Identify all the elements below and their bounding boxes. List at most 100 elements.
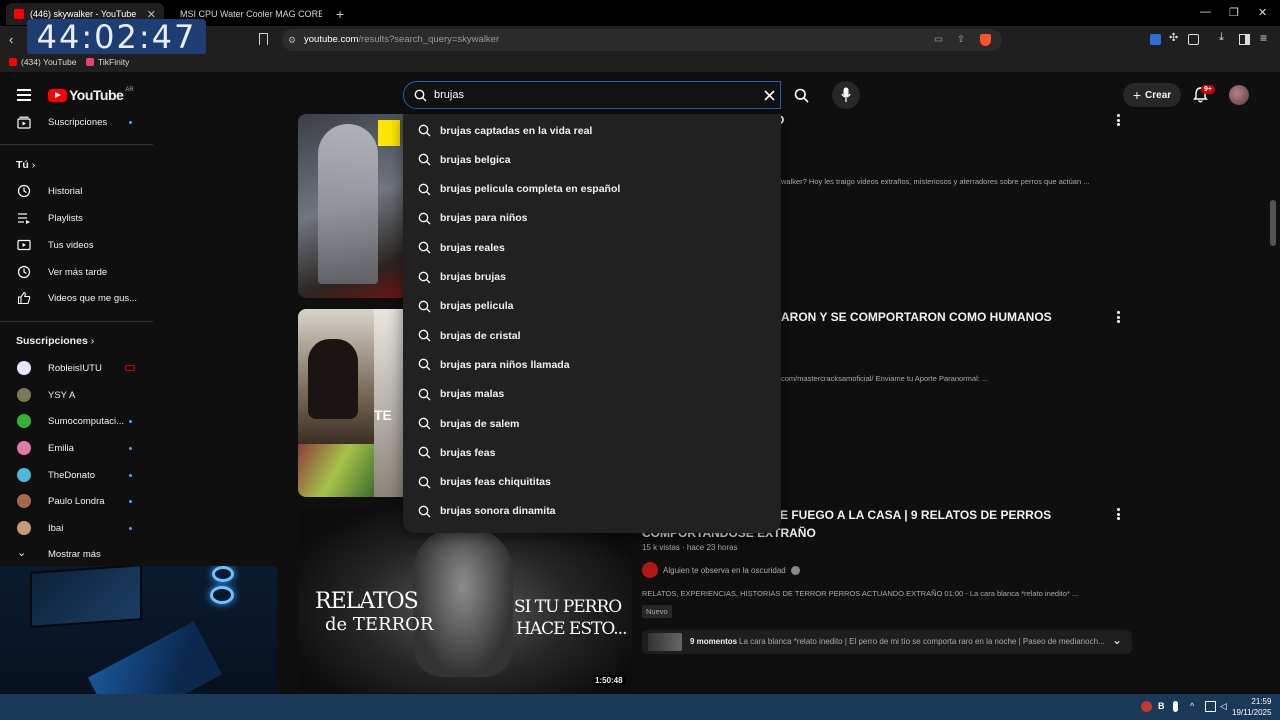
channel-name: Alguien te observa en la oscuridad (663, 565, 786, 575)
video-description: com/mastercracksamoficial/ Enviame tu Ap… (781, 374, 989, 383)
search-icon (418, 124, 431, 137)
video-title[interactable]: ARON Y SE COMPORTARON COMO HUMANOS (781, 308, 1052, 326)
search-suggestion-item[interactable]: brujas malas (403, 380, 781, 409)
subscriptions-section-heading[interactable]: Suscripciones › (16, 335, 94, 347)
video-thumbnail-3[interactable]: RELATOS de TERROR SI TU PERRO HACE ESTO.… (298, 507, 632, 693)
search-suggestion-item[interactable]: brujas pelicula completa en español (403, 175, 781, 204)
new-content-dot (129, 473, 132, 477)
bookmark-icon[interactable] (259, 33, 268, 45)
search-icon (418, 271, 431, 283)
country-code: AR (125, 87, 134, 93)
site-settings-icon[interactable]: ⚙ (288, 29, 296, 51)
sidebar-item-your-videos[interactable]: Tus videos (0, 234, 153, 256)
guide-menu-icon[interactable] (17, 89, 31, 101)
minimize-icon[interactable]: — (1200, 6, 1211, 18)
brave-shield-icon[interactable] (980, 34, 991, 46)
channel-row[interactable]: Alguien te observa en la oscuridad (642, 562, 800, 578)
search-suggestion-item[interactable]: brujas para niños llamada (403, 350, 781, 379)
share-icon[interactable]: ⇧ (957, 29, 965, 51)
download-icon[interactable]: ⤓ (1219, 31, 1224, 44)
puzzle-icon[interactable]: ✣ (1169, 31, 1178, 44)
thumbnail-text: SI TU PERRO (514, 597, 622, 617)
create-button[interactable]: + Crear (1123, 83, 1181, 107)
search-suggestion-item[interactable]: brujas captadas en la vida real (403, 116, 781, 145)
search-button[interactable] (785, 83, 819, 107)
search-box[interactable] (403, 81, 781, 109)
sidebar-channel[interactable]: Ibai (0, 517, 153, 539)
sidebar-item-watch-later[interactable]: Ver más tarde (0, 261, 153, 283)
search-suggestion-item[interactable]: brujas de salem (403, 409, 781, 438)
show-more-button[interactable]: ⌄ Mostrar más (0, 543, 153, 565)
cast-icon[interactable]: ▭ (934, 29, 943, 51)
sidebar-item-playlists[interactable]: Playlists (0, 207, 153, 229)
sidebar-channel[interactable]: TheDonato (0, 464, 153, 486)
playlists-icon (18, 213, 30, 224)
thumbnail-text: RELATOS (315, 589, 419, 614)
bookmark-youtube[interactable]: (434) YouTube (9, 57, 76, 67)
search-input[interactable] (434, 87, 754, 103)
search-suggestion-item[interactable]: brujas feas chiquititas (403, 468, 781, 497)
account-avatar[interactable] (1229, 85, 1249, 105)
notification-count-badge: 9+ (1201, 85, 1215, 94)
youtube-favicon-icon (14, 9, 24, 19)
video-menu-icon[interactable] (1117, 114, 1121, 126)
suggestion-text: brujas pelicula completa en español (440, 183, 621, 196)
search-icon (418, 417, 431, 430)
voice-search-button[interactable] (832, 81, 860, 109)
youtube-logo[interactable]: YouTube AR (48, 87, 134, 103)
chevron-right-icon: › (90, 335, 95, 347)
close-window-icon[interactable]: ✕ (1258, 6, 1267, 19)
search-suggestion-item[interactable]: brujas para niños (403, 204, 781, 233)
search-suggestion-item[interactable]: brujas belgica (403, 145, 781, 174)
sidebar-channel[interactable]: Paulo Londra (0, 490, 153, 512)
clock-date: 19/11/2025 (1232, 708, 1272, 717)
sidebar-item-history[interactable]: Historial (0, 180, 153, 202)
sidebar-item-subscriptions[interactable]: Suscripciones (0, 111, 153, 133)
search-suggestion-item[interactable]: brujas reales (403, 233, 781, 262)
video-menu-icon[interactable] (1117, 311, 1121, 323)
back-icon[interactable]: ‹ (9, 32, 13, 47)
tray-app-icon[interactable]: B (1158, 701, 1169, 712)
restore-icon[interactable]: ❐ (1229, 6, 1239, 19)
extension-icon[interactable] (1150, 34, 1161, 45)
sidebar-channel[interactable]: YSY A (0, 384, 153, 406)
search-suggestion-item[interactable]: brujas pelicula (403, 292, 781, 321)
brave-tray-icon[interactable] (1141, 701, 1152, 712)
sidebar-item-label: Videos que me gus... (48, 292, 138, 304)
sidebar-toggle-icon[interactable] (1188, 34, 1199, 45)
volume-icon[interactable]: ◁ (1220, 701, 1231, 712)
chevron-down-icon[interactable]: ⌄ (1112, 633, 1122, 647)
video-title-line1[interactable]: E FUEGO A LA CASA | 9 RELATOS DE PERROS (780, 506, 1051, 524)
search-suggestion-item[interactable]: brujas de cristal (403, 321, 781, 350)
search-icon (418, 359, 431, 371)
menu-icon[interactable]: ≡ (1260, 31, 1267, 45)
channel-avatar (17, 521, 31, 535)
clear-search-icon[interactable] (764, 90, 775, 101)
you-section-heading[interactable]: Tú › (16, 159, 35, 171)
plus-icon: + (1132, 87, 1142, 103)
url-bar[interactable]: ⚙ youtube.com/results?search_query=skywa… (282, 29, 1002, 51)
search-icon (418, 241, 431, 254)
sidebar-item-liked-videos[interactable]: Videos que me gus... (0, 287, 153, 309)
panel-icon[interactable] (1239, 34, 1250, 45)
search-suggestions-dropdown: brujas captadas en la vida real brujas be… (403, 114, 781, 533)
sidebar-channel[interactable]: RobleisIUTU (0, 357, 153, 379)
system-clock[interactable]: 21:59 19/11/2025 (1232, 696, 1271, 718)
new-tab-icon[interactable]: + (336, 6, 344, 22)
network-icon[interactable] (1205, 701, 1216, 712)
bookmark-tikfinity[interactable]: TikFinity (86, 57, 129, 67)
sidebar-item-label: Playlists (48, 212, 83, 224)
page-scrollbar[interactable] (1270, 200, 1276, 246)
sidebar-item-label: Historial (48, 185, 83, 197)
video-age: hace 23 horas (686, 543, 738, 552)
search-suggestion-item[interactable]: brujas brujas (403, 263, 781, 292)
sidebar-channel[interactable]: Sumocomputaci... (0, 410, 153, 432)
microphone-icon[interactable] (1173, 701, 1178, 712)
key-moments-row[interactable]: 9 momentos La cara blanca *relato inedit… (642, 630, 1132, 654)
chevron-up-icon[interactable]: ^ (1190, 701, 1201, 712)
search-suggestion-item[interactable]: brujas sonora dinamita (403, 497, 781, 526)
sidebar-channel[interactable]: Emilia (0, 437, 153, 459)
thumbnail-text: TE (374, 407, 392, 423)
search-suggestion-item[interactable]: brujas feas (403, 438, 781, 467)
video-menu-icon[interactable] (1117, 508, 1121, 520)
